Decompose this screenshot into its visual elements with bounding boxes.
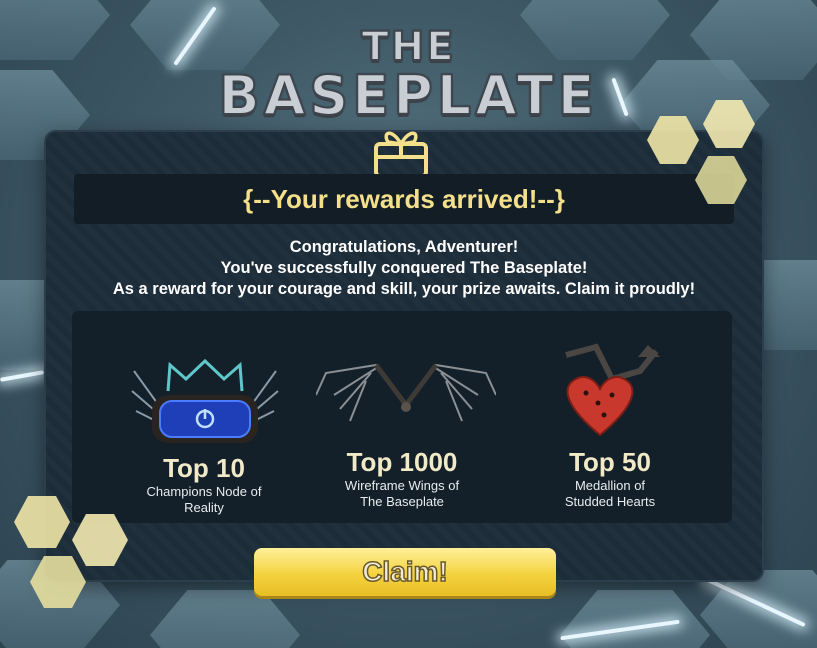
reward-rank: Top 10 — [163, 453, 245, 483]
reward-name: Studded Hearts — [564, 494, 656, 509]
gift-icon — [374, 131, 428, 178]
rewards-list: Top 10 Champions Node of Reality Top 100… — [72, 311, 732, 523]
reward-name: Wireframe Wings of — [344, 478, 460, 493]
reward-rank: Top 1000 — [346, 447, 458, 477]
reward-item-top50: Top 50 Medallion of Studded Hearts — [510, 447, 710, 510]
heart-medallion-icon — [565, 343, 660, 437]
rewards-banner: {--Your rewards arrived!--} — [74, 174, 734, 224]
claim-button[interactable]: Claim! — [254, 548, 556, 596]
congrats-message: Congratulations, Adventurer! You've succ… — [46, 237, 762, 300]
visor-crown-icon — [131, 358, 279, 443]
honeycomb-decoration-icon — [647, 100, 755, 204]
message-line: You've successfully conquered The Basepl… — [220, 259, 588, 277]
reward-item-top1000: Top 1000 Wireframe Wings of The Baseplat… — [302, 447, 502, 510]
message-line: As a reward for your courage and skill, … — [112, 280, 696, 298]
honeycomb-decoration-icon — [14, 496, 128, 608]
reward-name: Medallion of — [574, 478, 646, 493]
message-line: Congratulations, Adventurer! — [289, 238, 519, 256]
reward-rank: Top 50 — [569, 447, 651, 477]
reward-name: The Baseplate — [360, 494, 444, 509]
wings-icon — [316, 363, 496, 422]
logo-line-the: THE — [360, 24, 456, 70]
banner-title: {--Your rewards arrived!--} — [243, 183, 565, 214]
